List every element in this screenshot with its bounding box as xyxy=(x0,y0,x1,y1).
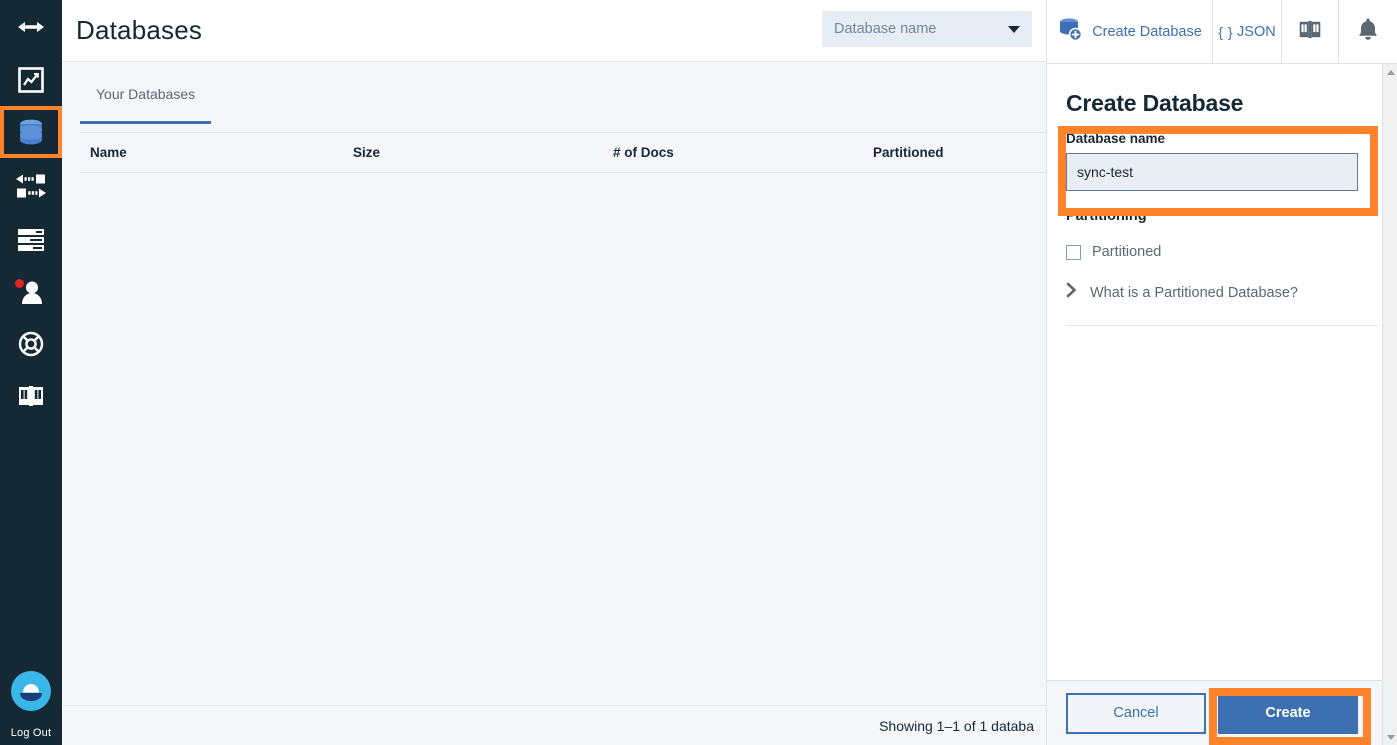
table-header-row: Name Size # of Docs Partitioned xyxy=(80,133,1046,173)
column-header-size[interactable]: Size xyxy=(343,133,603,173)
notification-badge-dot xyxy=(15,279,24,288)
open-book-icon xyxy=(17,384,45,408)
json-label: JSON xyxy=(1237,24,1276,40)
table-footer-status: Showing 1–1 of 1 databa xyxy=(62,705,1046,745)
chevron-right-icon xyxy=(1066,282,1077,303)
database-name-input[interactable] xyxy=(1066,153,1358,191)
partitioned-checkbox[interactable] xyxy=(1066,245,1081,260)
column-header-partitioned[interactable]: Partitioned xyxy=(863,133,1046,173)
json-icon: { } xyxy=(1218,24,1233,40)
documentation-button[interactable] xyxy=(1282,0,1339,63)
sidebar-item-toggle-nav-width[interactable] xyxy=(0,0,62,54)
column-header-num-docs[interactable]: # of Docs xyxy=(603,133,863,173)
chevron-up-icon xyxy=(1387,70,1395,75)
sidebar-item-documentation[interactable] xyxy=(0,370,62,422)
create-database-label: Create Database xyxy=(1092,24,1202,40)
databases-table-wrapper: Name Size # of Docs Partitioned xyxy=(80,132,1046,173)
sidebar-item-metrics[interactable] xyxy=(0,54,62,106)
database-name-label: Database name xyxy=(1066,131,1378,146)
bell-icon xyxy=(1357,17,1379,46)
sidebar-item-activity-tasks[interactable] xyxy=(0,214,62,266)
app-root: Log Out Databases Database name Your Dat… xyxy=(0,0,1397,745)
tab-your-databases[interactable]: Your Databases xyxy=(80,86,211,124)
showing-count-label: Showing 1–1 of 1 databa xyxy=(879,718,1034,734)
left-navigation: Log Out xyxy=(0,0,62,745)
logout-label: Log Out xyxy=(11,727,52,739)
databases-table: Name Size # of Docs Partitioned xyxy=(80,132,1046,173)
sidebar-item-support[interactable] xyxy=(0,318,62,370)
database-name-field-group: Database name xyxy=(1066,131,1378,191)
cancel-button[interactable]: Cancel xyxy=(1066,693,1206,734)
task-list-icon xyxy=(17,228,45,252)
panel-title: Create Database xyxy=(1066,90,1378,117)
database-stack-icon xyxy=(18,118,44,146)
partitioned-checkbox-label: Partitioned xyxy=(1092,244,1161,260)
panel-footer: Cancel Create xyxy=(1047,680,1397,745)
create-database-panel: Create Database { } JSON xyxy=(1046,0,1397,745)
database-name-search-dropdown[interactable]: Database name xyxy=(822,11,1032,47)
cloudant-cloud-icon xyxy=(10,670,52,717)
create-database-button[interactable]: Create Database xyxy=(1047,0,1213,63)
life-ring-icon xyxy=(18,331,44,357)
database-add-icon xyxy=(1057,17,1083,46)
scrollbar-down-arrow[interactable] xyxy=(1383,729,1397,745)
create-button[interactable]: Create xyxy=(1218,693,1358,734)
scrollbar-up-arrow[interactable] xyxy=(1383,64,1397,80)
panel-toolbar: Create Database { } JSON xyxy=(1047,0,1397,64)
chevron-down-icon xyxy=(1387,735,1395,740)
open-book-icon xyxy=(1298,19,1322,45)
sidebar-item-account[interactable] xyxy=(0,266,62,318)
what-is-partitioned-database-link[interactable]: What is a Partitioned Database? xyxy=(1066,282,1378,326)
sidebar-item-replication[interactable] xyxy=(0,158,62,214)
panel-scrollbar[interactable] xyxy=(1382,64,1397,745)
page-title: Databases xyxy=(76,15,202,46)
json-button[interactable]: { } JSON xyxy=(1213,0,1282,63)
partitioning-section-label: Partitioning xyxy=(1066,208,1378,224)
what-is-partitioned-database-label: What is a Partitioned Database? xyxy=(1090,285,1298,301)
chart-monitor-icon xyxy=(18,67,44,93)
tab-strip: Your Databases xyxy=(80,62,1046,124)
search-input-placeholder[interactable]: Database name xyxy=(834,21,1008,37)
chevron-down-icon[interactable] xyxy=(1008,26,1020,33)
main-content: Databases Database name Your Databases N… xyxy=(62,0,1046,745)
partitioned-checkbox-row[interactable]: Partitioned xyxy=(1066,244,1378,260)
notifications-button[interactable] xyxy=(1339,0,1397,63)
sidebar-item-databases[interactable] xyxy=(0,106,62,158)
replication-arrows-icon xyxy=(14,172,48,200)
column-header-name[interactable]: Name xyxy=(80,133,343,173)
logout-area[interactable]: Log Out xyxy=(0,670,62,739)
arrows-horizontal-icon xyxy=(16,19,46,35)
top-header-bar: Databases Database name xyxy=(62,0,1046,62)
databases-content-area: Your Databases Name Size # of Docs Parti… xyxy=(62,62,1046,745)
panel-body: Create Database Database name Partitioni… xyxy=(1047,64,1397,680)
